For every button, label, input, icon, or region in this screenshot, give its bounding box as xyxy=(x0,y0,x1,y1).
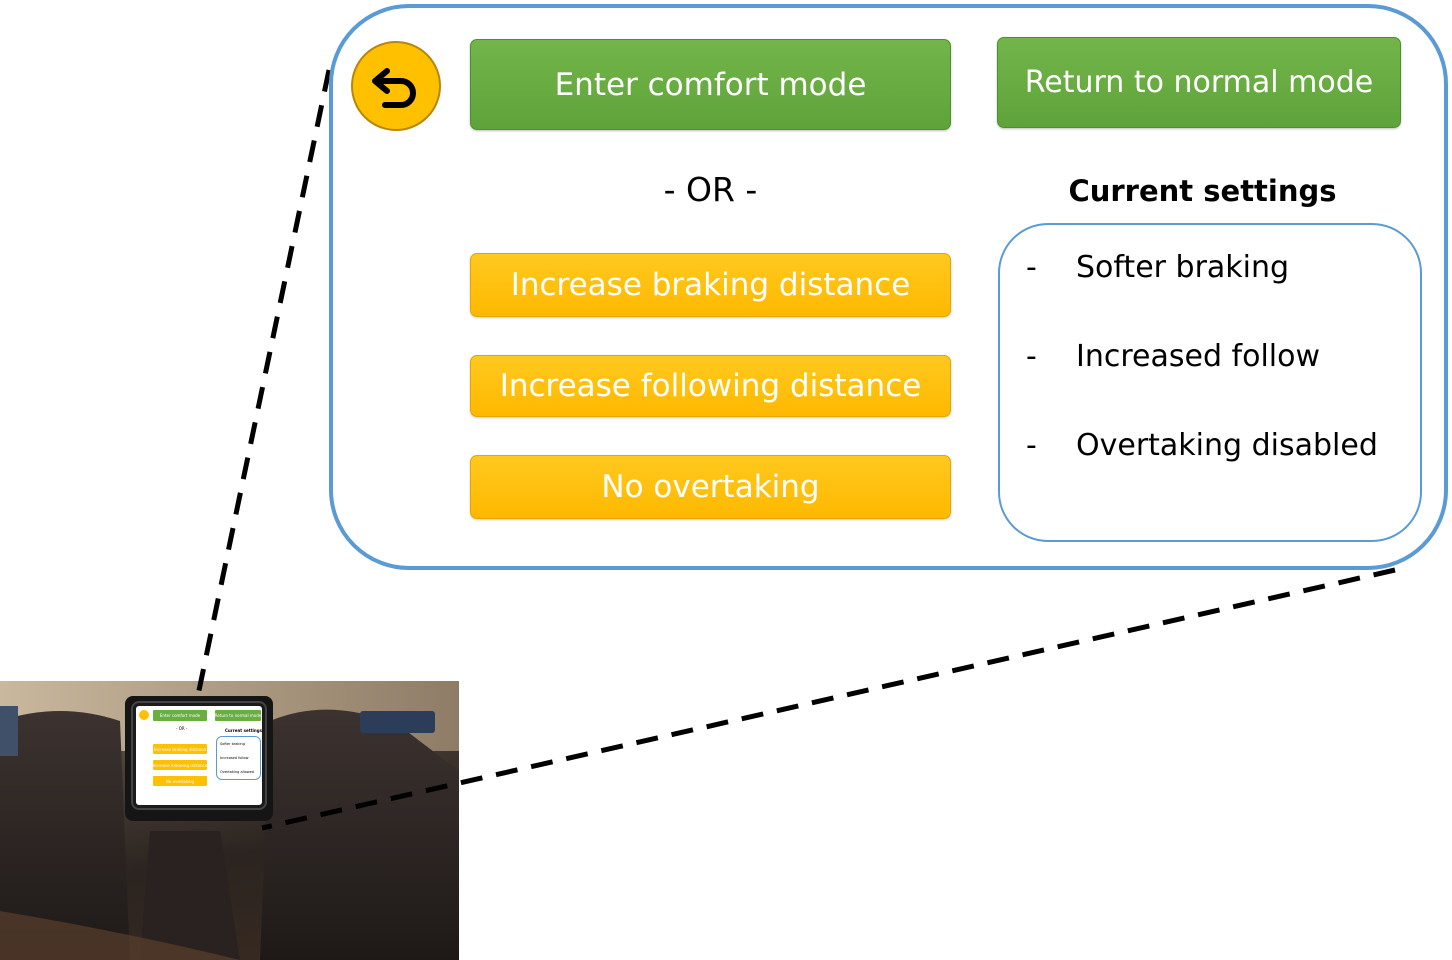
or-separator: - OR - xyxy=(663,170,758,209)
setting-text: Overtaking disabled xyxy=(1076,428,1378,463)
increase-braking-distance-button[interactable]: Increase braking distance xyxy=(470,253,951,317)
current-settings-box: - Softer braking - Increased follow - Ov… xyxy=(998,223,1422,542)
comfort-settings-panel: Enter comfort mode Return to normal mode… xyxy=(329,4,1448,570)
undo-arrow-icon xyxy=(372,68,416,108)
setting-item: - Softer braking xyxy=(1026,250,1289,285)
mini-comfort-button: Enter comfort mode xyxy=(153,710,207,721)
setting-dash: - xyxy=(1026,428,1037,463)
mini-back-icon xyxy=(139,710,149,720)
mini-normal-button: Return to normal mode xyxy=(215,710,261,721)
setting-text: Increased follow xyxy=(1076,339,1321,374)
increase-following-distance-button[interactable]: Increase following distance xyxy=(470,355,951,417)
mini-overtaking-button: No overtaking xyxy=(153,776,207,786)
mini-following-button: Increase following distance xyxy=(153,760,207,770)
mini-setting-item: Increased follow xyxy=(220,756,249,760)
side-screen xyxy=(0,706,18,756)
return-to-normal-mode-button[interactable]: Return to normal mode xyxy=(997,37,1401,128)
enter-comfort-mode-button[interactable]: Enter comfort mode xyxy=(470,39,951,130)
mini-settings-title: Current settings xyxy=(225,728,262,733)
no-overtaking-button[interactable]: No overtaking xyxy=(470,455,951,519)
headrest-screen: Enter comfort mode Return to normal mode… xyxy=(133,703,265,808)
setting-text: Softer braking xyxy=(1076,250,1290,285)
setting-item: - Overtaking disabled xyxy=(1026,428,1378,463)
mini-braking-button: Increase braking distance xyxy=(153,744,207,754)
setting-dash: - xyxy=(1026,339,1037,374)
current-settings-title: Current settings xyxy=(1068,174,1337,208)
mini-or-label: - OR - xyxy=(176,726,188,731)
mini-setting-item: Softer braking xyxy=(220,742,245,746)
car-interior-photo: Enter comfort mode Return to normal mode… xyxy=(0,681,459,960)
setting-item: - Increased follow xyxy=(1026,339,1320,374)
back-button[interactable] xyxy=(351,41,441,131)
mini-setting-item: Overtaking allowed xyxy=(220,770,254,774)
setting-dash: - xyxy=(1026,250,1037,285)
callout-line-left xyxy=(194,69,332,701)
dashboard-screen xyxy=(360,711,435,733)
